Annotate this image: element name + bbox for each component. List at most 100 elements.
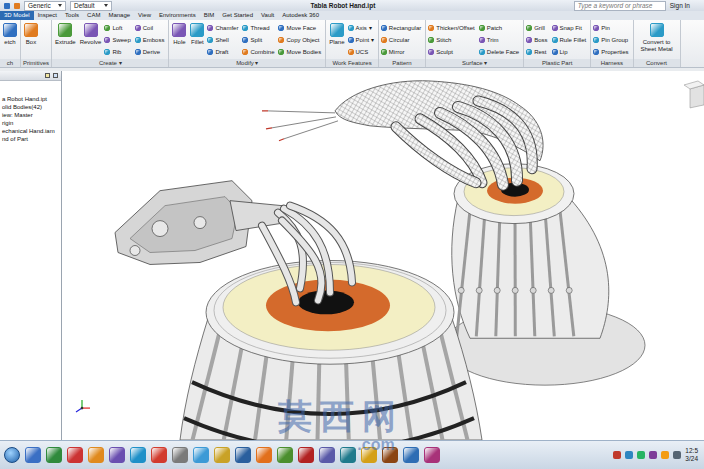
taskbar-app-icon[interactable]: [172, 447, 188, 463]
ribbon-group-label[interactable]: Work Features: [326, 59, 378, 67]
ribbon-large-button[interactable]: Hole: [171, 22, 187, 47]
search-field[interactable]: Type a keyword or phrase: [574, 1, 666, 11]
ribbon-small-button[interactable]: Patch: [479, 22, 521, 33]
ribbon-group-label[interactable]: Modify ▾: [169, 59, 325, 67]
ribbon-tab[interactable]: Tools: [61, 11, 83, 20]
ribbon-group-label[interactable]: Plastic Part: [524, 59, 590, 67]
ribbon-small-button[interactable]: Loft: [104, 22, 132, 33]
ribbon-small-button[interactable]: Chamfer: [207, 22, 240, 33]
ribbon-small-button[interactable]: Coil: [135, 22, 167, 33]
ribbon-small-button[interactable]: Boss: [526, 34, 549, 45]
ribbon-large-button[interactable]: Fillet: [189, 22, 205, 47]
mechanical-hand[interactable]: [115, 181, 352, 303]
taskbar-app-icon[interactable]: [277, 447, 293, 463]
ribbon-tab[interactable]: Environments: [155, 11, 200, 20]
tray-icon[interactable]: [625, 451, 633, 459]
tray-icon[interactable]: [661, 451, 669, 459]
start-button-icon[interactable]: [4, 447, 20, 463]
ribbon-small-button[interactable]: Mirror: [381, 46, 423, 57]
ribbon-tab[interactable]: View: [134, 11, 155, 20]
style-dropdown[interactable]: Generic: [24, 1, 66, 11]
taskbar-app-icon[interactable]: [403, 447, 419, 463]
ribbon-small-button[interactable]: Shell: [207, 34, 240, 45]
taskbar-app-icon[interactable]: [109, 447, 125, 463]
ribbon-small-button[interactable]: Thread: [242, 22, 276, 33]
ribbon-tab[interactable]: Manage: [104, 11, 134, 20]
ribbon-small-button[interactable]: Grill: [526, 22, 549, 33]
wireframe-hand[interactable]: [262, 81, 543, 185]
ribbon-small-button[interactable]: Rest: [526, 46, 549, 57]
taskbar-app-icon[interactable]: [88, 447, 104, 463]
taskbar-app-icon[interactable]: [67, 447, 83, 463]
ribbon-tab[interactable]: 3D Model: [0, 11, 34, 20]
ribbon-tab[interactable]: Get Started: [218, 11, 257, 20]
tree-item[interactable]: a Robot Hand.ipt: [2, 95, 61, 103]
ribbon-small-button[interactable]: Emboss: [135, 34, 167, 45]
ribbon-small-button[interactable]: Point ▾: [348, 34, 376, 45]
model-canvas[interactable]: [62, 71, 704, 440]
ribbon-large-button[interactable]: Revolve: [79, 22, 103, 47]
back-drum[interactable]: [445, 164, 645, 385]
tree-item[interactable]: echanical Hand.iam: [2, 127, 61, 135]
ribbon-small-button[interactable]: Snap Fit: [552, 22, 589, 33]
ribbon-small-button[interactable]: Sculpt: [428, 46, 477, 57]
ribbon-small-button[interactable]: Axis ▾: [348, 22, 376, 33]
taskbar-app-icon[interactable]: [256, 447, 272, 463]
taskbar-app-icon[interactable]: [193, 447, 209, 463]
ribbon-small-button[interactable]: Copy Object: [278, 34, 323, 45]
ribbon-small-button[interactable]: Thicken/Offset: [428, 22, 477, 33]
taskbar-app-icon[interactable]: [25, 447, 41, 463]
tree-item[interactable]: rigin: [2, 119, 61, 127]
view-cube-icon[interactable]: [684, 81, 704, 108]
tree-item[interactable]: olid Bodies(42): [2, 103, 61, 111]
taskbar-app-icon[interactable]: [298, 447, 314, 463]
tree-item[interactable]: iew: Master: [2, 111, 61, 119]
ribbon-small-button[interactable]: Draft: [207, 46, 240, 57]
ribbon-small-button[interactable]: Rule Fillet: [552, 34, 589, 45]
tray-icon[interactable]: [649, 451, 657, 459]
taskbar-app-icon[interactable]: [214, 447, 230, 463]
ribbon-tab[interactable]: Inspect: [34, 11, 61, 20]
ribbon-group-label[interactable]: Harness: [591, 59, 632, 67]
taskbar-app-icon[interactable]: [151, 447, 167, 463]
save-icon[interactable]: [4, 3, 10, 9]
ribbon-small-button[interactable]: Stitch: [428, 34, 477, 45]
ribbon-group-label[interactable]: ch: [0, 59, 20, 67]
filter-icon[interactable]: [45, 73, 50, 78]
clock[interactable]: 12:53/24: [685, 447, 700, 463]
taskbar-app-icon[interactable]: [382, 447, 398, 463]
ribbon-large-button[interactable]: Convert to Sheet Metal: [636, 22, 678, 54]
taskbar-app-icon[interactable]: [424, 447, 440, 463]
graphics-viewport[interactable]: [62, 71, 704, 440]
ribbon-small-button[interactable]: Rectangular: [381, 22, 423, 33]
ribbon-small-button[interactable]: Move Bodies: [278, 46, 323, 57]
ribbon-large-button[interactable]: Plane: [328, 22, 345, 47]
ribbon-small-button[interactable]: Combine: [242, 46, 276, 57]
taskbar-app-icon[interactable]: [235, 447, 251, 463]
ribbon-tab[interactable]: Vault: [257, 11, 278, 20]
ribbon-small-button[interactable]: Move Face: [278, 22, 323, 33]
ribbon-small-button[interactable]: Pin: [593, 22, 630, 33]
ribbon-small-button[interactable]: Sweep: [104, 34, 132, 45]
tray-icon[interactable]: [613, 451, 621, 459]
ribbon-large-button[interactable]: Box: [23, 22, 39, 47]
ribbon-small-button[interactable]: UCS: [348, 46, 376, 57]
sign-in-link[interactable]: Sign In: [670, 2, 700, 9]
ribbon-small-button[interactable]: Circular: [381, 34, 423, 45]
menu-icon[interactable]: [53, 73, 58, 78]
taskbar-app-icon[interactable]: [130, 447, 146, 463]
tree-item[interactable]: nd of Part: [2, 135, 61, 143]
ribbon-small-button[interactable]: Pin Group: [593, 34, 630, 45]
ribbon-small-button[interactable]: Split: [242, 34, 276, 45]
tray-icon[interactable]: [637, 451, 645, 459]
ribbon-small-button[interactable]: Delete Face: [479, 46, 521, 57]
taskbar-app-icon[interactable]: [46, 447, 62, 463]
ribbon-tab[interactable]: Autodesk 360: [278, 11, 323, 20]
ribbon-group-label[interactable]: Surface ▾: [426, 59, 523, 67]
ribbon-small-button[interactable]: Rib: [104, 46, 132, 57]
ribbon-group-label[interactable]: Pattern: [379, 59, 425, 67]
ribbon-large-button[interactable]: etch: [2, 22, 18, 47]
ribbon-tab[interactable]: CAM: [83, 11, 104, 20]
ribbon-group-label[interactable]: Create ▾: [52, 59, 168, 67]
ribbon-large-button[interactable]: Extrude: [54, 22, 77, 47]
